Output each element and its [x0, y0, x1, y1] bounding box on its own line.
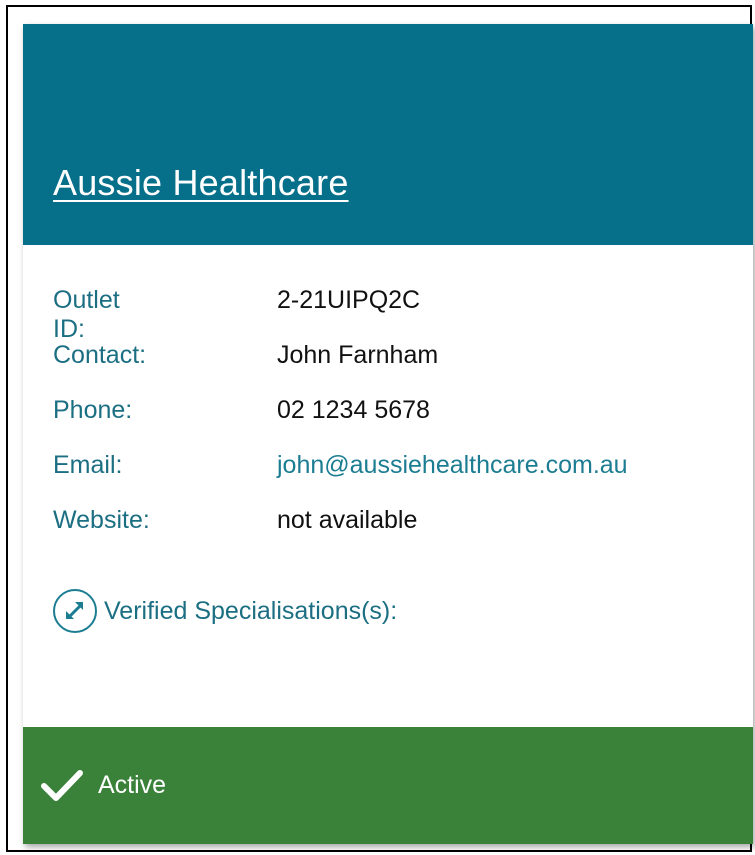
- checkmark-icon: [41, 769, 83, 801]
- status-label: Active: [98, 771, 167, 799]
- outlet-id-value: 2-21UIPQ2C: [277, 286, 421, 314]
- email-link[interactable]: john@aussiehealthcare.com.au: [277, 451, 628, 480]
- phone-value: 02 1234 5678: [277, 396, 430, 424]
- verified-specialisations-label: Verified Specialisations(s):: [104, 596, 398, 625]
- email-label: Email:: [53, 451, 123, 479]
- outlet-id-label: Outlet ID:: [53, 286, 120, 343]
- contact-value: John Farnham: [277, 341, 439, 369]
- status-footer: Active: [23, 727, 753, 844]
- website-label: Website:: [53, 506, 150, 534]
- phone-label: Phone:: [53, 396, 133, 424]
- outlet-card: Aussie Healthcare Outlet ID: 2-21UIPQ2C …: [23, 24, 753, 844]
- expand-arrows-icon[interactable]: [52, 588, 98, 634]
- verified-specialisations-toggle[interactable]: Verified Specialisations(s):: [52, 586, 397, 636]
- outlet-name-link[interactable]: Aussie Healthcare: [53, 162, 349, 204]
- contact-label: Contact:: [53, 341, 147, 369]
- card-header: Aussie Healthcare: [23, 24, 753, 245]
- website-value: not available: [277, 506, 418, 534]
